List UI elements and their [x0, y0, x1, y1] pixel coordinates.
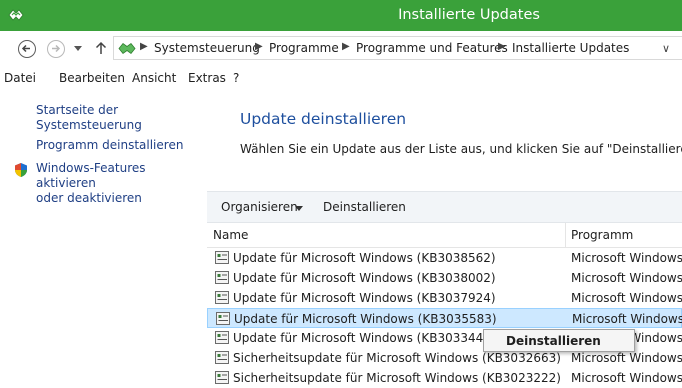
column-header-program[interactable]: Programm: [571, 228, 633, 242]
menu-bearbeiten[interactable]: Bearbeiten: [59, 71, 125, 85]
chevron-down-icon[interactable]: [295, 206, 303, 211]
forward-button[interactable]: [47, 40, 65, 58]
up-arrow-icon[interactable]: [94, 41, 108, 55]
row-name: Update für Microsoft Windows (KB3038562): [233, 251, 496, 265]
update-package-icon: [215, 251, 229, 264]
table-row[interactable]: Sicherheitsupdate für Microsoft Windows …: [207, 368, 682, 388]
menu-extras[interactable]: Extras: [188, 71, 226, 85]
row-program: Microsoft Windows: [571, 271, 682, 285]
row-name: Sicherheitsupdate für Microsoft Windows …: [233, 351, 561, 365]
context-menu-uninstall[interactable]: Deinstallieren: [506, 334, 601, 348]
update-package-icon: [215, 291, 229, 304]
row-program: Microsoft Windows: [571, 291, 682, 305]
menu-help[interactable]: ?: [233, 71, 239, 85]
sidebar: Startseite der Systemsteuerung Programm …: [0, 89, 207, 388]
breadcrumb-separator-icon[interactable]: ▶: [140, 41, 148, 52]
window-title: Installierte Updates: [398, 7, 540, 23]
column-divider[interactable]: [565, 223, 566, 247]
control-panel-icon: [118, 42, 136, 55]
update-package-icon: [215, 371, 229, 384]
chevron-down-icon[interactable]: ∨: [662, 42, 670, 55]
uninstall-button[interactable]: Deinstallieren: [323, 200, 406, 214]
arrow-left-icon: [21, 44, 30, 53]
sidebar-link-windows-features-line1: Windows-Features aktivieren: [36, 161, 146, 190]
command-bar: Organisieren Deinstallieren: [207, 191, 682, 223]
row-name: Sicherheitsupdate für Microsoft Windows …: [233, 371, 561, 385]
page-title: Update deinstallieren: [240, 110, 407, 128]
breadcrumb-programme-und-features[interactable]: Programme und Features: [356, 41, 508, 55]
back-button[interactable]: [18, 40, 36, 58]
menu-datei[interactable]: Datei: [4, 71, 36, 85]
uac-shield-icon: [15, 163, 27, 177]
organize-button[interactable]: Organisieren: [221, 200, 298, 214]
row-program: Microsoft Windows: [571, 251, 682, 265]
menu-ansicht[interactable]: Ansicht: [132, 71, 176, 85]
arrow-right-icon: [52, 44, 61, 53]
breadcrumb-systemsteuerung[interactable]: Systemsteuerung: [154, 41, 260, 55]
update-package-icon: [216, 312, 230, 325]
breadcrumb-separator-icon[interactable]: ▶: [498, 41, 506, 52]
page-description: Wählen Sie ein Update aus der Liste aus,…: [240, 142, 682, 156]
row-name: Update für Microsoft Windows (KB3037924): [233, 291, 496, 305]
update-package-icon: [215, 331, 229, 344]
update-package-icon: [215, 271, 229, 284]
breadcrumb-separator-icon[interactable]: ▶: [342, 41, 350, 52]
row-name: Update für Microsoft Windows (KB3038002): [233, 271, 496, 285]
breadcrumb-installierte-updates[interactable]: Installierte Updates: [512, 41, 629, 55]
sidebar-link-windows-features[interactable]: Windows-Features aktivieren oder deaktiv…: [36, 161, 207, 206]
row-program: Microsoft Windows: [572, 312, 682, 326]
sidebar-link-home[interactable]: Startseite der Systemsteuerung: [36, 103, 207, 133]
row-program: Microsoft Windows: [571, 351, 682, 365]
row-program: Microsoft Windows: [571, 371, 682, 385]
column-header-name[interactable]: Name: [213, 228, 248, 242]
breadcrumb-programme[interactable]: Programme: [269, 41, 339, 55]
recent-locations-dropdown-icon[interactable]: [74, 46, 82, 52]
table-row[interactable]: Update für Microsoft Windows (KB3038002)…: [207, 268, 682, 288]
table-row[interactable]: Update für Microsoft Windows (KB3037924)…: [207, 288, 682, 308]
context-menu: Deinstallieren: [483, 329, 635, 352]
address-bar[interactable]: ▶ Systemsteuerung ▶ Programme ▶ Programm…: [113, 36, 682, 60]
update-package-icon: [215, 351, 229, 364]
row-name: Update für Microsoft Windows (KB3035583): [234, 312, 497, 326]
title-bar: Installierte Updates: [0, 0, 682, 31]
menu-bar: Datei Bearbeiten Ansicht Extras ?: [0, 65, 682, 90]
sidebar-link-windows-features-line2: oder deaktivieren: [36, 191, 142, 205]
sidebar-link-uninstall-program[interactable]: Programm deinstallieren: [36, 138, 183, 153]
table-row[interactable]: Update für Microsoft Windows (KB3038562)…: [207, 248, 682, 268]
table-row[interactable]: Update für Microsoft Windows (KB3035583)…: [207, 308, 682, 328]
breadcrumb-separator-icon[interactable]: ▶: [255, 41, 263, 52]
list-header: Name Programm: [207, 223, 682, 248]
